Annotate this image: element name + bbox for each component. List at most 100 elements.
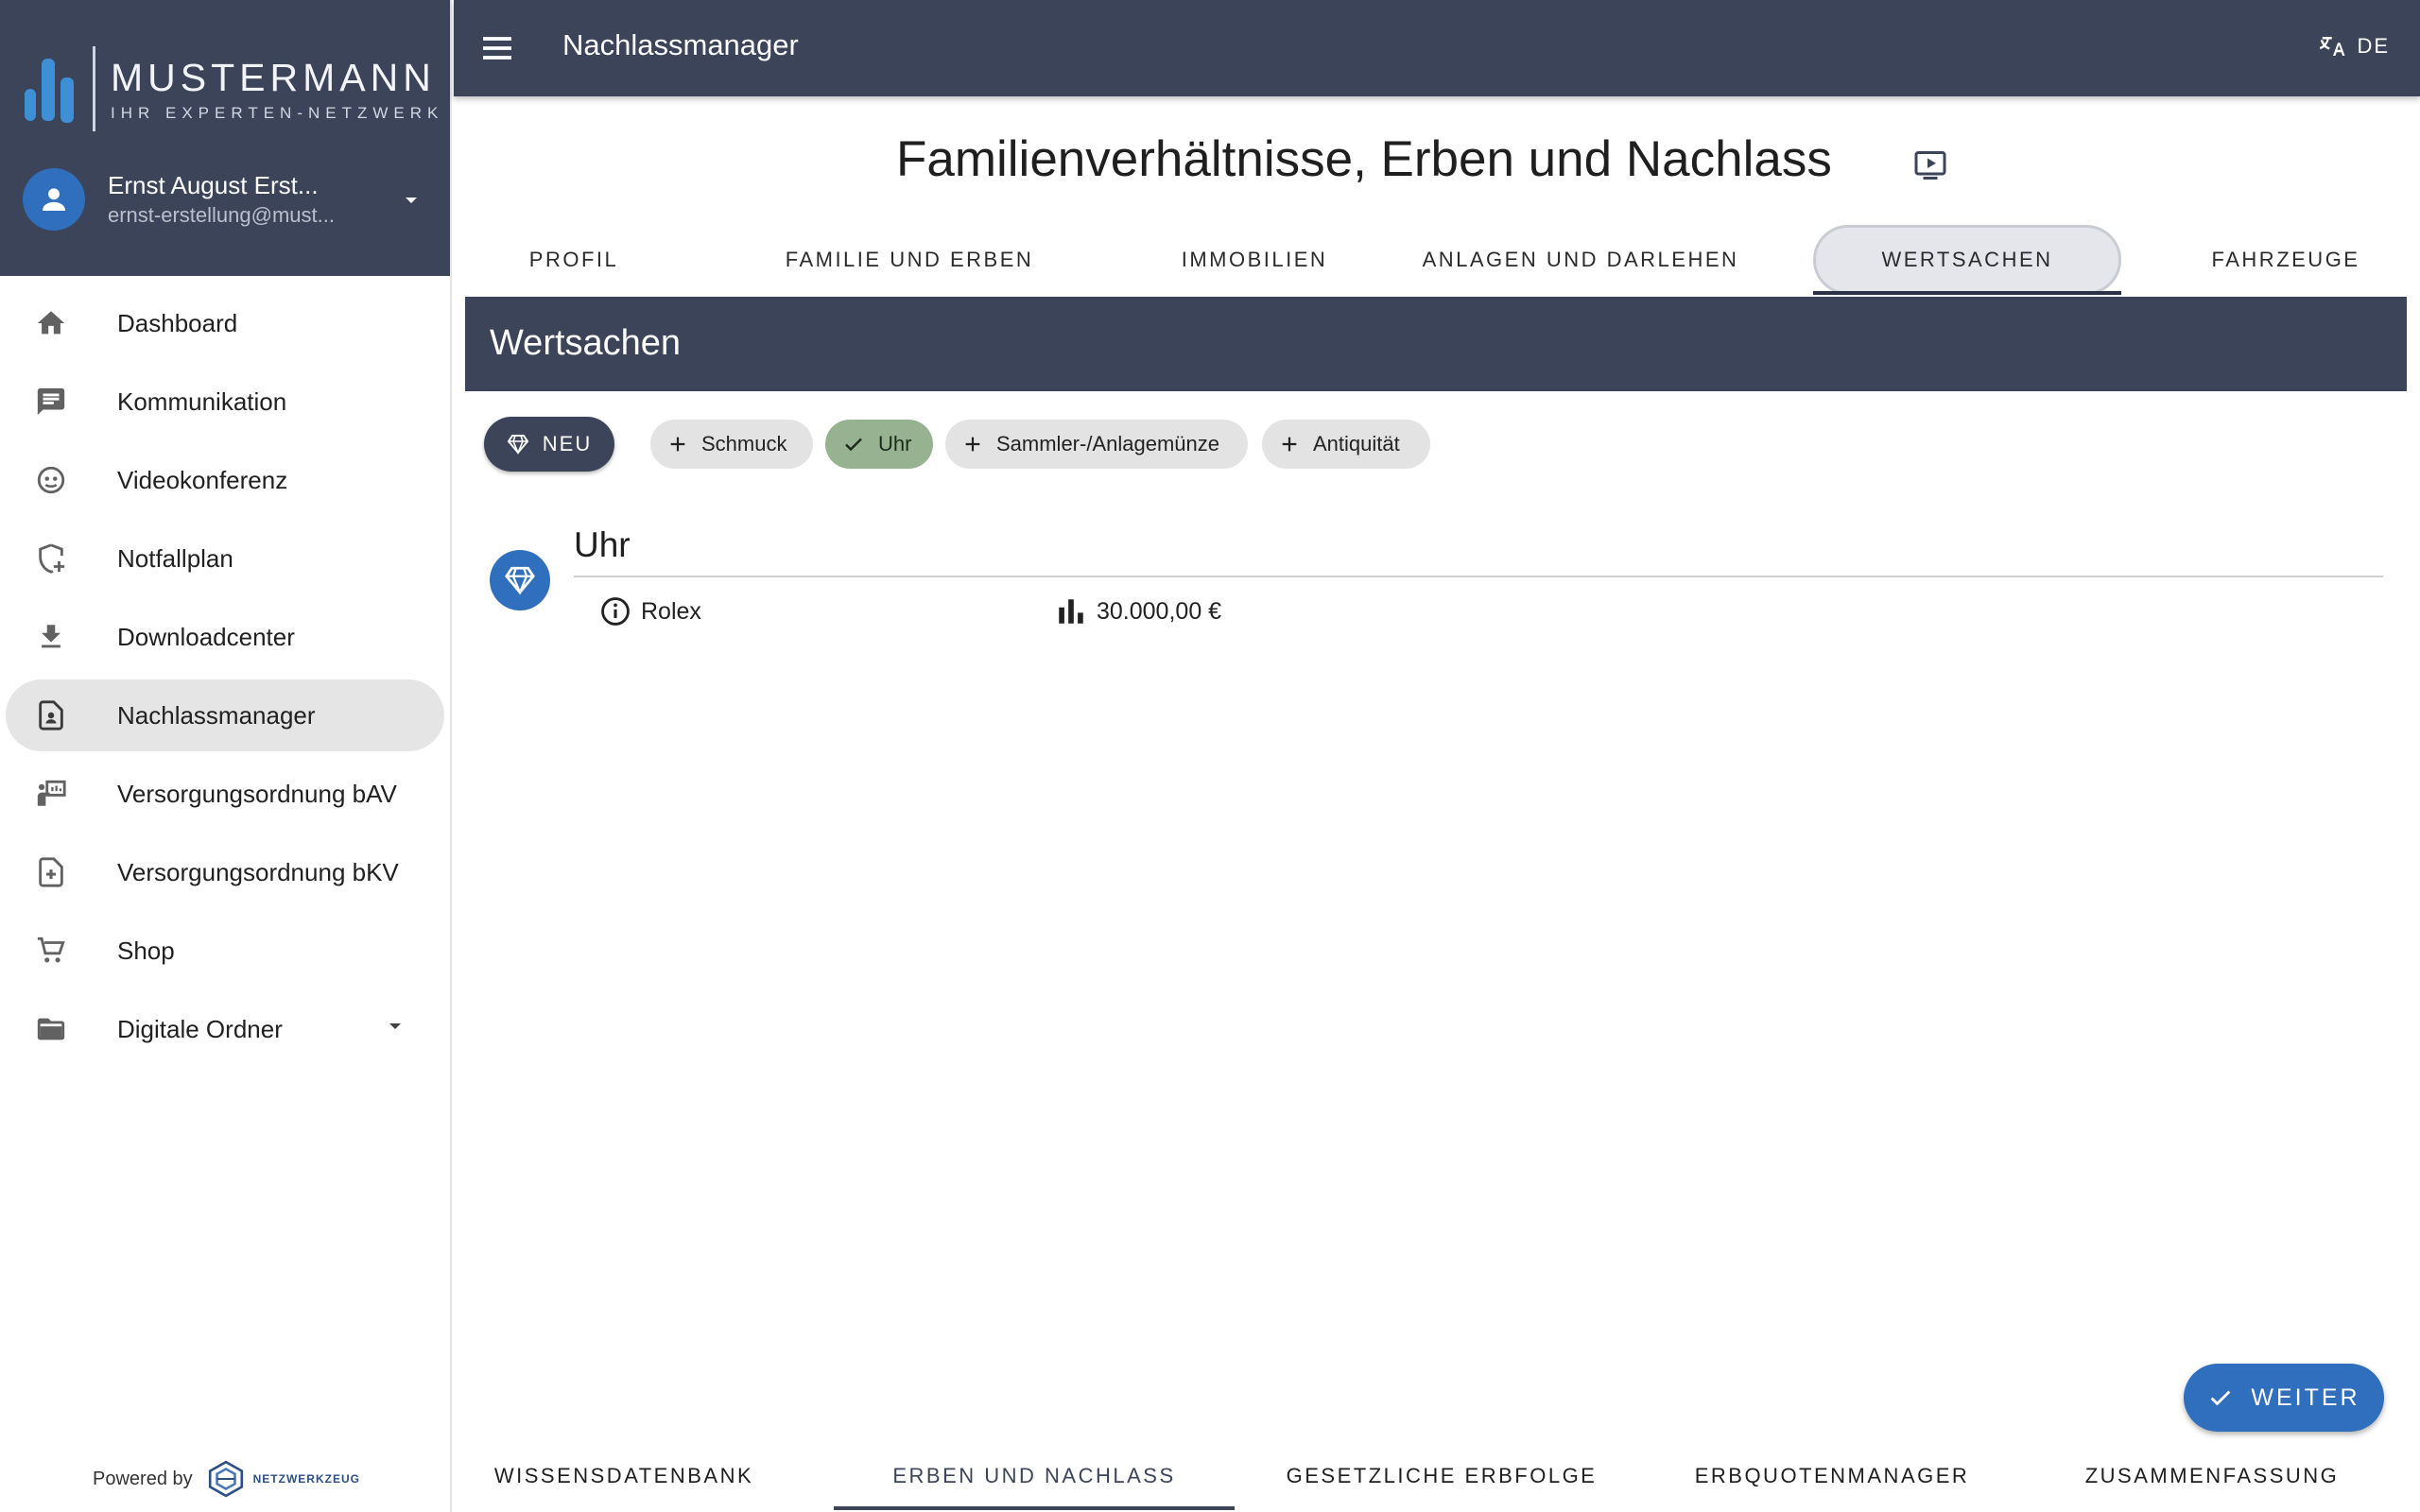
powered-by-brand: NETZWERKZEUG xyxy=(252,1472,360,1486)
divider xyxy=(574,576,2383,577)
section-title: Wertsachen xyxy=(490,323,682,363)
folder-open-icon xyxy=(32,1010,70,1048)
tab-erben-und-nachlass[interactable]: ERBEN UND NACHLASS xyxy=(834,1440,1235,1512)
weiter-label: WEITER xyxy=(2251,1383,2360,1411)
sidebar-item-kommunikation[interactable]: Kommunikation xyxy=(6,366,444,438)
page-title: Familienverhältnisse, Erben und Nachlass xyxy=(896,131,1832,187)
tab-wissensdatenbank[interactable]: WISSENSDATENBANK xyxy=(482,1440,766,1512)
valuable-item-name[interactable]: Rolex xyxy=(599,595,701,627)
sidebar-item-downloadcenter[interactable]: Downloadcenter xyxy=(6,601,444,673)
check-icon xyxy=(2211,1390,2231,1406)
powered-by-label: Powered by xyxy=(93,1468,193,1489)
powered-by: Powered by NETZWERKZEUG xyxy=(93,1459,360,1499)
check-icon xyxy=(845,438,862,452)
tab-anlagen-und-darlehen[interactable]: ANLAGEN UND DARLEHEN xyxy=(1420,223,1741,297)
category-tabs: PROFIL FAMILIE UND ERBEN IMMOBILIEN ANLA… xyxy=(465,223,2405,297)
sidebar-item-videokonferenz[interactable]: Videokonferenz xyxy=(6,444,444,516)
brand-text: MUSTERMANN IHR EXPERTEN-NETZWERK xyxy=(111,55,443,123)
tab-wertsachen[interactable]: WERTSACHEN xyxy=(1813,225,2121,295)
chip-antiquitaet[interactable]: Antiquität xyxy=(1262,420,1430,469)
chip-label: Uhr xyxy=(878,432,912,455)
video-conference-icon xyxy=(32,461,70,499)
valuable-item-avatar xyxy=(490,550,550,610)
valuable-item-value-text: 30.000,00 € xyxy=(1097,597,1222,625)
user-account-menu[interactable]: Ernst August Erst... ernst-erstellung@mu… xyxy=(23,168,420,231)
tab-profil[interactable]: PROFIL xyxy=(503,223,645,297)
tab-gesetzliche-erbfolge[interactable]: GESETZLICHE ERBFOLGE xyxy=(1286,1440,1598,1512)
sidebar-item-versorgungsordnung-bav[interactable]: Versorgungsordnung bAV xyxy=(6,758,444,830)
bar-chart-icon xyxy=(1059,599,1083,624)
sidebar-item-dashboard[interactable]: Dashboard xyxy=(6,287,444,359)
presentation-icon xyxy=(32,775,70,813)
brand-name: MUSTERMANN xyxy=(111,56,436,99)
active-bottom-tab-indicator xyxy=(834,1506,1235,1510)
tab-fahrzeuge[interactable]: FAHRZEUGE xyxy=(2182,223,2390,297)
diamond-icon xyxy=(505,566,535,595)
tab-familie-und-erben[interactable]: FAMILIE UND ERBEN xyxy=(749,223,1070,297)
sidebar-item-versorgungsordnung-bkv[interactable]: Versorgungsordnung bKV xyxy=(6,836,444,908)
chip-uhr[interactable]: Uhr xyxy=(825,420,933,469)
sidebar-item-notfallplan[interactable]: Notfallplan xyxy=(6,523,444,594)
person-icon xyxy=(42,188,66,212)
user-email: ernst-erstellung@must... xyxy=(108,203,335,227)
chat-icon xyxy=(32,383,70,421)
user-name: Ernst August Erst... xyxy=(108,171,319,199)
avatar xyxy=(23,168,85,231)
caret-down-icon xyxy=(389,1023,401,1029)
active-tab-indicator xyxy=(1813,291,2121,295)
top-app-bar: Nachlassmanager DE xyxy=(454,0,2420,96)
tab-erbquotenmanager[interactable]: ERBQUOTENMANAGER xyxy=(1683,1440,1981,1512)
logo-divider xyxy=(93,46,95,131)
diamond-icon xyxy=(507,435,529,455)
chip-label: Antiquität xyxy=(1313,432,1400,455)
sidebar-item-label: Kommunikation xyxy=(117,387,287,416)
plus-icon xyxy=(965,437,980,452)
valuable-item-value: 30.000,00 € xyxy=(1055,595,1221,627)
chip-sammler-anlagemuenze[interactable]: Sammler-/Anlagemünze xyxy=(945,420,1248,469)
cart-icon xyxy=(32,932,70,970)
valuable-item-name-text: Rolex xyxy=(641,597,701,625)
netzwerkzeug-logo-icon xyxy=(208,1460,243,1498)
sidebar-item-label: Nachlassmanager xyxy=(117,700,316,730)
valuable-item-title: Uhr xyxy=(574,525,631,564)
download-icon xyxy=(32,618,70,656)
plus-icon xyxy=(670,437,685,452)
language-switcher[interactable]: DE xyxy=(2319,32,2390,60)
menu-icon[interactable] xyxy=(478,29,516,67)
section-header: Wertsachen xyxy=(465,297,2407,391)
home-icon xyxy=(32,304,70,342)
info-icon xyxy=(601,597,630,626)
sidebar-header: MUSTERMANN IHR EXPERTEN-NETZWERK Ernst A… xyxy=(0,0,450,276)
sidebar-item-label: Shop xyxy=(117,936,175,965)
app-title: Nachlassmanager xyxy=(562,28,799,61)
sidebar-item-label: Digitale Ordner xyxy=(117,1014,283,1043)
chip-schmuck[interactable]: Schmuck xyxy=(650,420,813,469)
document-medical-icon xyxy=(32,853,70,891)
chip-label: Sammler-/Anlagemünze xyxy=(996,432,1219,455)
sidebar-item-label: Notfallplan xyxy=(117,543,233,573)
bottom-tabs: WISSENSDATENBANK ERBEN UND NACHLASS GESE… xyxy=(454,1440,2420,1512)
language-label: DE xyxy=(2357,34,2390,58)
sidebar-item-label: Dashboard xyxy=(117,308,238,337)
sidebar-item-label: Versorgungsordnung bKV xyxy=(117,857,399,886)
translate-icon xyxy=(2320,37,2345,56)
tab-zusammenfassung[interactable]: ZUSAMMENFASSUNG xyxy=(2061,1440,2363,1512)
document-person-icon xyxy=(32,696,70,734)
shield-plus-icon xyxy=(32,540,70,577)
sidebar-item-shop[interactable]: Shop xyxy=(6,915,444,987)
sidebar-item-label: Downloadcenter xyxy=(117,622,295,651)
chip-label: Schmuck xyxy=(701,432,787,455)
brand-logo-mark-icon xyxy=(23,51,76,127)
sidebar-item-digitale-ordner[interactable]: Digitale Ordner xyxy=(6,993,444,1065)
sidebar: MUSTERMANN IHR EXPERTEN-NETZWERK Ernst A… xyxy=(0,0,452,1512)
new-item-label: NEU xyxy=(542,432,593,455)
sidebar-item-nachlassmanager[interactable]: Nachlassmanager xyxy=(6,679,444,751)
new-item-button[interactable]: NEU xyxy=(484,417,614,472)
brand-tagline: IHR EXPERTEN-NETZWERK xyxy=(111,104,444,122)
caret-down-icon[interactable] xyxy=(403,195,420,206)
weiter-button[interactable]: WEITER xyxy=(2184,1364,2384,1432)
video-tutorial-icon[interactable] xyxy=(1913,149,1947,181)
brand-logo[interactable]: MUSTERMANN IHR EXPERTEN-NETZWERK xyxy=(23,43,443,134)
tab-immobilien[interactable]: IMMOBILIEN xyxy=(1127,223,1382,297)
sidebar-item-label: Videokonferenz xyxy=(117,465,288,494)
